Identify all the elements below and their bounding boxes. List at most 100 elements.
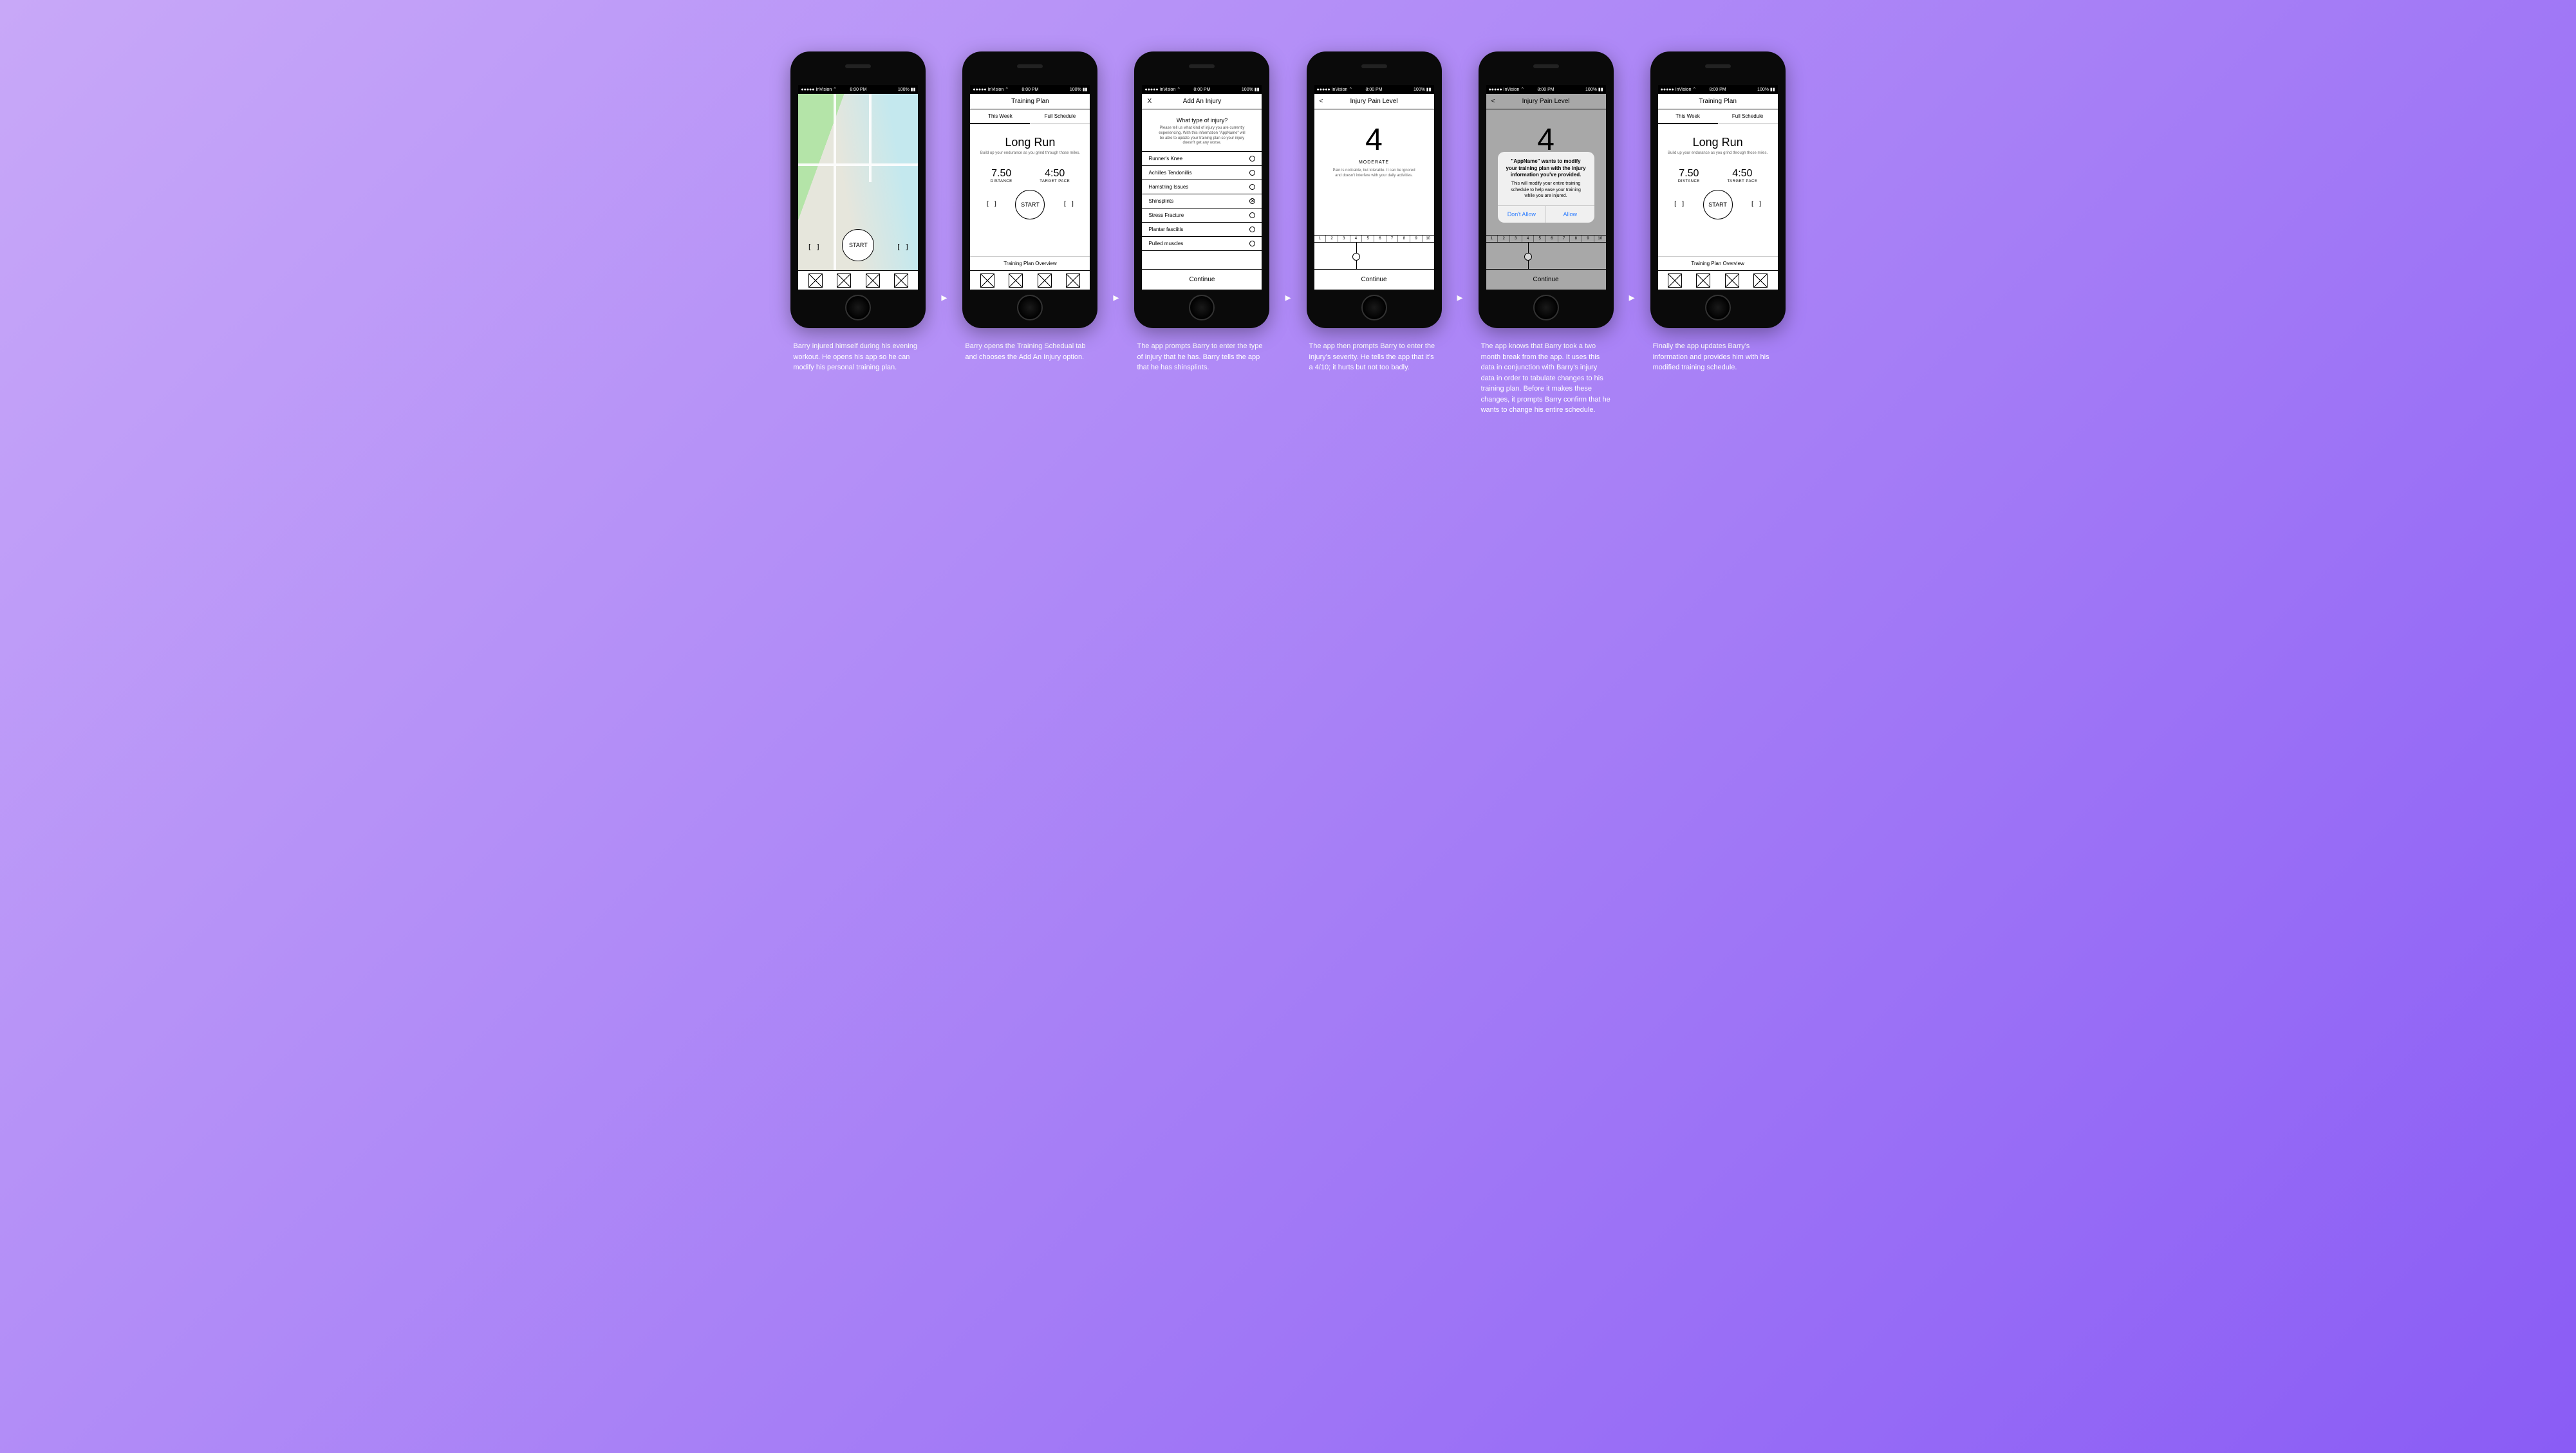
tab-icon[interactable] (1696, 273, 1710, 288)
pace-value: 4:50 (1040, 168, 1070, 180)
metric-distance: 7.50 DISTANCE (1678, 168, 1700, 183)
screen-pain-level: ●●●●● InVision ⌃ 8:00 PM 100% ▮▮ < Injur… (1314, 85, 1434, 290)
tick: 6 (1374, 236, 1386, 242)
pain-number: 4 (1365, 122, 1383, 158)
tick: 8 (1398, 236, 1410, 242)
start-button[interactable]: START (842, 229, 874, 261)
page-title: Add An Injury (1183, 98, 1221, 105)
tab-this-week[interactable]: This Week (970, 109, 1030, 124)
tab-icon[interactable] (808, 273, 823, 288)
pain-display: 4 MODERATE Pain is noticable, but tolera… (1314, 109, 1434, 269)
start-button[interactable]: START (1703, 190, 1733, 219)
tab-this-week[interactable]: This Week (1658, 109, 1718, 124)
tick: 10 (1423, 236, 1434, 242)
alert-overlay: "AppName" wants to modify your training … (1486, 85, 1606, 290)
music-button[interactable]: [ ] (807, 243, 820, 251)
radio-icon[interactable] (1249, 156, 1255, 162)
music-button[interactable]: [ ] (985, 201, 997, 208)
tab-icon[interactable] (894, 273, 908, 288)
tab-icon[interactable] (1009, 273, 1023, 288)
frame-4: ●●●●● InVision ⌃ 8:00 PM 100% ▮▮ < Injur… (1307, 51, 1442, 373)
injury-label: Achilles Tendonillis (1148, 170, 1191, 176)
tab-bar (970, 270, 1090, 290)
workout-title: Long Run (976, 136, 1083, 149)
map-view[interactable]: [ ] START [ ] (798, 94, 918, 270)
screen-map: ●●●●● InVision ⌃ 8:00 PM 100% ▮▮ [ ] STA… (798, 85, 918, 290)
continue-button[interactable]: Continue (1314, 269, 1434, 290)
radio-icon[interactable] (1249, 241, 1255, 246)
status-left: ●●●●● InVision ⌃ (801, 87, 837, 92)
tab-icon[interactable] (837, 273, 851, 288)
frame-1: ●●●●● InVision ⌃ 8:00 PM 100% ▮▮ [ ] STA… (790, 51, 926, 373)
start-button[interactable]: START (1015, 190, 1045, 219)
status-battery: 100% ▮▮ (1070, 87, 1088, 92)
metric-pace: 4:50 TARGET PACE (1727, 168, 1757, 183)
metric-distance: 7.50 DISTANCE (991, 168, 1013, 183)
alert-dialog: "AppName" wants to modify your training … (1498, 152, 1594, 222)
radio-icon[interactable] (1249, 198, 1255, 204)
alert-allow-button[interactable]: Allow (1546, 206, 1594, 223)
training-plan-overview-link[interactable]: Training Plan Overview (970, 256, 1090, 270)
frame-5: ●●●●● InVision ⌃ 8:00 PM 100% ▮▮ < Injur… (1479, 51, 1614, 416)
tab-bar (1658, 270, 1778, 290)
screen-add-injury: ●●●●● InVision ⌃ 8:00 PM 100% ▮▮ X Add A… (1142, 85, 1262, 290)
injury-option[interactable]: Achilles Tendonillis (1142, 166, 1262, 180)
injury-label: Hamstring Issues (1148, 184, 1188, 190)
alert-dont-allow-button[interactable]: Don't Allow (1498, 206, 1547, 223)
tab-full-schedule[interactable]: Full Schedule (1718, 109, 1778, 124)
distance-label: DISTANCE (1678, 180, 1700, 183)
music-button[interactable]: [ ] (1674, 201, 1685, 208)
phone-frame: ●●●●● InVision ⌃ 8:00 PM 100% ▮▮ < Injur… (1479, 51, 1614, 328)
tab-full-schedule[interactable]: Full Schedule (1030, 109, 1090, 124)
status-time: 8:00 PM (1193, 88, 1210, 92)
tabs: This Week Full Schedule (1658, 109, 1778, 124)
back-button[interactable]: < (1320, 98, 1323, 105)
arrow-icon: ▸ (1457, 291, 1463, 304)
radio-icon[interactable] (1249, 184, 1255, 190)
radio-icon[interactable] (1249, 212, 1255, 218)
distance-value: 7.50 (991, 168, 1013, 180)
phone-frame: ●●●●● InVision ⌃ 8:00 PM 100% ▮▮ X Add A… (1134, 51, 1269, 328)
arrow-icon: ▸ (941, 291, 947, 304)
tab-icon[interactable] (1753, 273, 1768, 288)
tick: 1 (1314, 236, 1327, 242)
radio-icon[interactable] (1249, 170, 1255, 176)
page-title: Training Plan (1011, 98, 1049, 105)
settings-button[interactable]: [ ] (1751, 201, 1762, 208)
tick: 9 (1410, 236, 1423, 242)
workout-card: Long Run Build up your endurance as you … (970, 124, 1090, 226)
slider-track[interactable] (1314, 242, 1434, 269)
slider-handle[interactable] (1352, 253, 1360, 261)
tab-icon[interactable] (866, 273, 880, 288)
continue-button[interactable]: Continue (1142, 269, 1262, 290)
status-left: ●●●●● InVision ⌃ (1317, 87, 1353, 92)
alert-body: This will modify your entire training sc… (1498, 180, 1594, 205)
status-bar: ●●●●● InVision ⌃ 8:00 PM 100% ▮▮ (970, 85, 1090, 94)
injury-option[interactable]: Runner's Knee (1142, 152, 1262, 166)
tab-icon[interactable] (980, 273, 994, 288)
settings-button[interactable]: [ ] (1063, 201, 1074, 208)
training-plan-overview-link[interactable]: Training Plan Overview (1658, 256, 1778, 270)
injury-option[interactable]: Stress Fracture (1142, 208, 1262, 223)
phone-frame: ●●●●● InVision ⌃ 8:00 PM 100% ▮▮ Trainin… (1650, 51, 1786, 328)
tab-icon[interactable] (1038, 273, 1052, 288)
close-button[interactable]: X (1147, 98, 1152, 105)
tab-icon[interactable] (1725, 273, 1739, 288)
arrow-icon: ▸ (1285, 291, 1291, 304)
frame-2: ●●●●● InVision ⌃ 8:00 PM 100% ▮▮ Trainin… (962, 51, 1097, 362)
tick: 7 (1386, 236, 1399, 242)
frame-6: ●●●●● InVision ⌃ 8:00 PM 100% ▮▮ Trainin… (1650, 51, 1786, 373)
injury-label: Stress Fracture (1148, 212, 1184, 218)
injury-option[interactable]: Pulled muscles (1142, 237, 1262, 251)
tab-icon[interactable] (1668, 273, 1682, 288)
tab-bar (798, 270, 918, 290)
injury-option[interactable]: Plantar fasciitis (1142, 223, 1262, 237)
tab-icon[interactable] (1066, 273, 1080, 288)
caption: Barry opens the Training Schedual tab an… (962, 341, 1097, 362)
injury-option[interactable]: Shinsplints (1142, 194, 1262, 208)
settings-button[interactable]: [ ] (897, 243, 910, 251)
alert-title: "AppName" wants to modify your training … (1498, 152, 1594, 180)
injury-option[interactable]: Hamstring Issues (1142, 180, 1262, 194)
radio-icon[interactable] (1249, 227, 1255, 232)
page-title: Injury Pain Level (1350, 98, 1398, 105)
